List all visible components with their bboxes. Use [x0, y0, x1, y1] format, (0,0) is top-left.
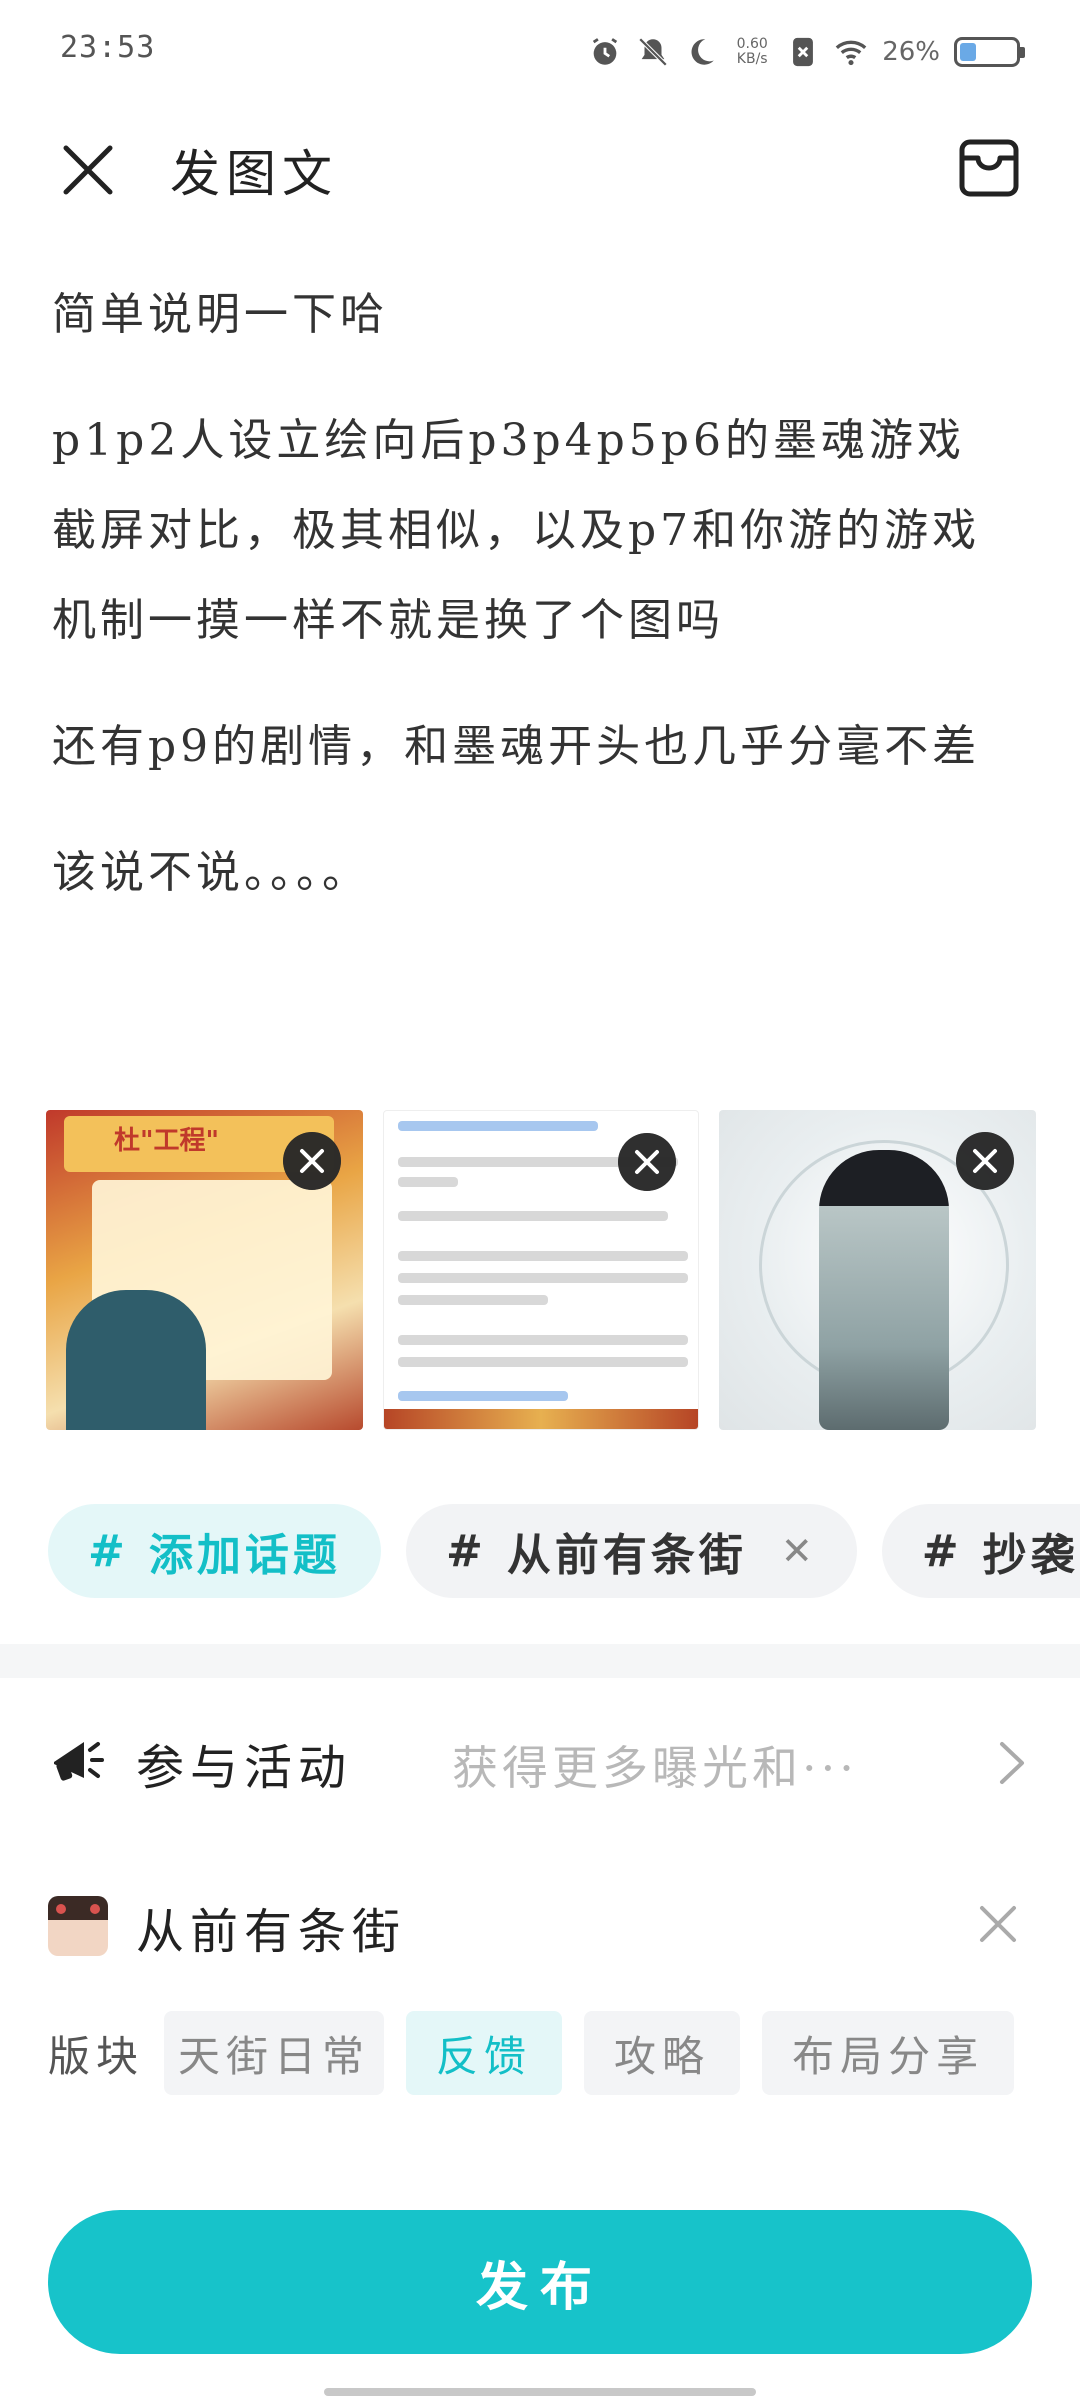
thumb-text-line: [397, 1251, 688, 1261]
status-icons: 0.60 KB/s 26%: [588, 30, 1025, 74]
topic-label: 抄袭: [982, 1530, 1079, 1581]
drafts-box-icon[interactable]: [956, 134, 1022, 200]
thumb-footer: [383, 1409, 699, 1429]
topic-chip[interactable]: # 从前有条街 ✕: [405, 1504, 857, 1598]
post-body[interactable]: 简单说明一下哈 p1p2人设立绘向后p3p4p5p6的墨魂游戏截屏对比，极其相似…: [52, 270, 1012, 954]
sim-icon: [793, 37, 814, 67]
publish-button[interactable]: 发布: [48, 2210, 1032, 2354]
remove-topic-icon[interactable]: ✕: [781, 1529, 817, 1573]
thumb-figure: [819, 1150, 950, 1430]
activity-label: 参与活动: [136, 1740, 353, 1796]
community-avatar: [48, 1896, 108, 1956]
community-name: 从前有条街: [136, 1904, 407, 1960]
alarm-icon: [593, 38, 618, 65]
section-selector: 版块 天街日常 反馈 攻略 布局分享: [48, 2010, 1058, 2096]
remove-image-icon[interactable]: [618, 1133, 677, 1191]
activity-hint: 获得更多曝光和···: [452, 1741, 858, 1795]
section-chip[interactable]: 天街日常: [164, 2011, 385, 2095]
topic-chips: # 添加话题 # 从前有条街 ✕ # 抄袭 ✕: [48, 1504, 1080, 1604]
status-time: 23:53: [60, 30, 156, 65]
image-strip: 杜"工程": [46, 1110, 1036, 1430]
megaphone-icon: [54, 1742, 104, 1781]
join-activity-row[interactable]: 参与活动 获得更多曝光和···: [48, 1720, 1032, 1810]
battery-icon: [954, 37, 1025, 67]
post-paragraph: 该说不说。。。。: [52, 847, 370, 898]
thumb-text-line: [397, 1211, 668, 1221]
remove-image-icon[interactable]: [282, 1132, 341, 1190]
page-title: 发图文: [170, 145, 338, 203]
moon-icon: [691, 39, 714, 65]
thumb-text-line: [397, 1391, 568, 1401]
thumb-text-line: [397, 1295, 548, 1305]
add-topic-button[interactable]: # 添加话题: [48, 1504, 381, 1598]
hash-icon: #: [921, 1525, 963, 1577]
section-divider: [0, 1644, 1080, 1678]
section-chip[interactable]: 布局分享: [762, 2011, 1015, 2095]
section-label: 版块: [48, 2031, 145, 2081]
thumb-text-line: [397, 1335, 688, 1345]
chevron-right-icon: [1000, 1742, 1024, 1784]
battery-fill: [960, 43, 976, 61]
post-paragraph: p1p2人设立绘向后p3p4p5p6的墨魂游戏截屏对比，极其相似，以及p7和你游…: [52, 415, 981, 646]
thumb-text-line: [397, 1177, 458, 1187]
remove-image-icon[interactable]: [956, 1132, 1014, 1190]
image-thumbnail[interactable]: [382, 1110, 700, 1430]
post-paragraph: 还有p9的剧情，和墨魂开头也几乎分毫不差: [52, 721, 981, 772]
battery-percent: 26%: [882, 37, 940, 67]
add-topic-label: 添加话题: [148, 1530, 341, 1581]
status-bar: 23:53 0.60 KB/s 26%: [0, 0, 1080, 100]
selected-community: 从前有条街: [48, 1892, 1032, 1962]
thumb-text-line: [397, 1121, 598, 1131]
hash-icon: #: [445, 1525, 487, 1577]
hash-icon: #: [88, 1525, 129, 1577]
thumb-banner-text: 杜"工程": [114, 1126, 220, 1156]
thumb-text-line: [397, 1273, 688, 1283]
header: 发图文: [0, 120, 1080, 220]
topic-label: 从前有条街: [506, 1530, 747, 1581]
close-icon[interactable]: [58, 140, 118, 200]
wifi-icon: [835, 40, 867, 66]
topic-chip[interactable]: # 抄袭 ✕: [881, 1504, 1080, 1598]
thumb-text-line: [397, 1357, 688, 1367]
section-chip-active[interactable]: 反馈: [406, 2011, 563, 2095]
section-chip[interactable]: 攻略: [584, 2011, 741, 2095]
home-indicator[interactable]: [324, 2388, 756, 2396]
close-icon[interactable]: [974, 1900, 1022, 1948]
net-speed: 0.60 KB/s: [736, 36, 768, 67]
thumb-figure: [66, 1290, 206, 1430]
mute-icon: [638, 37, 668, 67]
post-paragraph: 简单说明一下哈: [52, 289, 388, 340]
image-thumbnail[interactable]: [719, 1110, 1036, 1430]
image-thumbnail[interactable]: 杜"工程": [46, 1110, 363, 1430]
avatar-ornament: [56, 1904, 66, 1914]
avatar-ornament: [90, 1904, 100, 1914]
